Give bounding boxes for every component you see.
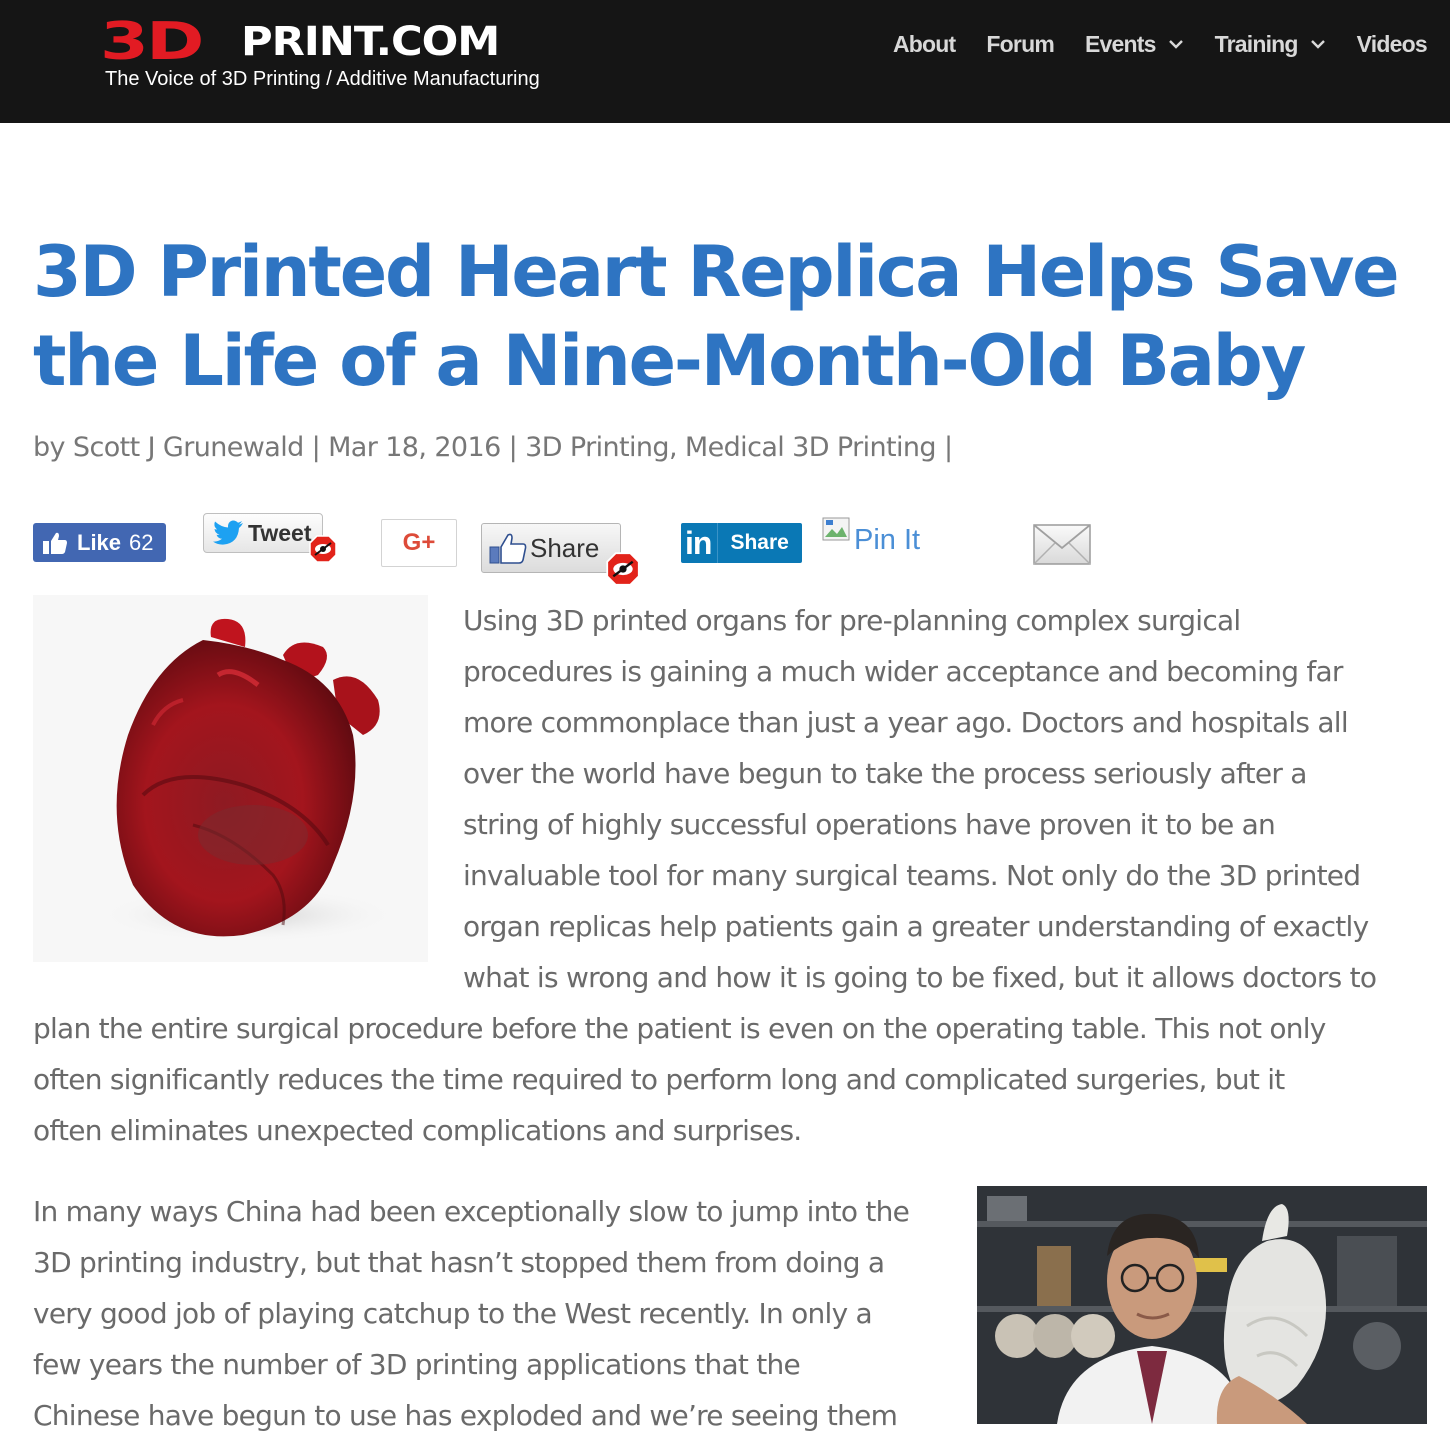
google-plus-button[interactable]: G+ [381,519,457,567]
paragraph-line: In many ways China had been exceptionall… [33,1195,910,1228]
nav-about[interactable]: About [893,30,956,58]
site-logo[interactable]: 3D PRINT.COM The Voice of 3D Printing / … [100,14,560,114]
email-icon[interactable] [1033,524,1091,565]
broken-image-icon [822,517,850,541]
google-plus-icon: G+ [402,529,436,556]
nav-training-label: Training [1214,30,1299,57]
paragraph-line: 3D printing industry, but that hasn’t st… [33,1246,885,1279]
paragraph-line: plan the entire surgical procedure befor… [33,1012,1326,1045]
ad-blocker-icon [606,552,640,586]
twitter-bird-icon [213,520,243,545]
main-nav: About Forum Events Training Videos [893,28,1428,60]
meta-separator: | [311,432,321,463]
meta-by: by [33,432,66,463]
logo-print-com: PRINT.COM [241,19,500,65]
paragraph-line: Chinese have begun to use has exploded a… [33,1399,898,1432]
nav-videos-label: Videos [1356,30,1428,57]
category-link-medical[interactable]: Medical 3D Printing [685,432,937,463]
linkedin-share-label: Share [717,523,789,563]
site-tagline: The Voice of 3D Printing / Additive Manu… [105,68,540,90]
thumbs-up-icon [489,533,527,564]
meta-separator: | [508,432,518,463]
linkedin-icon: in [685,524,712,561]
share-label: Share [530,532,600,563]
author-link[interactable]: Scott J Grunewald [73,432,304,463]
nav-forum[interactable]: Forum [986,31,1054,58]
paragraph-line: over the world have begun to take the pr… [463,757,1307,790]
nav-events[interactable]: Events [1085,31,1184,58]
logo-wordmark: 3D PRINT.COM [100,16,500,68]
like-count: 62 [129,529,154,555]
article-meta: by Scott J Grunewald | Mar 18, 2016 | 3D… [33,432,953,463]
nav-about-label: About [893,30,956,57]
pin-it-label: Pin It [854,524,921,556]
like-label: Like [77,529,122,555]
doctor-illustration [977,1186,1427,1424]
doctor-with-heart-model-image [977,1186,1427,1424]
nav-forum-label: Forum [986,30,1054,57]
nav-training[interactable]: Training [1215,31,1326,58]
chevron-down-icon [1310,40,1325,49]
paragraph-line: very good job of playing catchup to the … [33,1297,873,1330]
meta-separator: | [943,432,953,463]
facebook-share-button[interactable]: Share [481,523,621,573]
paragraph-line: more commonplace than just a year ago. D… [463,706,1349,739]
paragraph-line: Using 3D printed organs for pre-planning… [463,604,1241,637]
paragraph-line: what is wrong and how it is going to be … [463,961,1377,994]
publish-date: Mar 18, 2016 [328,432,501,463]
nav-videos[interactable]: Videos [1356,30,1428,58]
linkedin-share-button[interactable]: in Share [681,523,802,563]
paragraph-line: often eliminates unexpected complication… [33,1114,802,1147]
paragraph-line: few years the number of 3D printing appl… [33,1348,801,1381]
pin-it-button[interactable]: Pin It [822,517,920,557]
paragraph-line: invaluable tool for many surgical teams.… [463,859,1361,892]
thumbs-up-icon [43,532,67,554]
heart-replica-image [33,595,428,962]
paragraph-line: procedures is gaining a much wider accep… [463,655,1343,688]
tweet-button[interactable]: Tweet [203,513,323,553]
ad-blocker-icon [309,535,337,563]
category-link-3d-printing[interactable]: 3D Printing [525,432,669,463]
article-title: 3D Printed Heart Replica Helps Save the … [33,231,1400,402]
heart-illustration [98,618,398,943]
paragraph-line: organ replicas help patients gain a grea… [463,910,1369,943]
site-header: 3D PRINT.COM The Voice of 3D Printing / … [0,0,1450,123]
paragraph-line: often significantly reduces the time req… [33,1063,1285,1096]
paragraph-line: string of highly successful operations h… [463,808,1276,841]
meta-comma: , [668,432,678,463]
nav-events-label: Events [1084,30,1156,57]
facebook-like-button[interactable]: Like 62 [33,523,166,562]
chevron-down-icon [1168,40,1183,49]
tweet-label: Tweet [248,519,312,546]
